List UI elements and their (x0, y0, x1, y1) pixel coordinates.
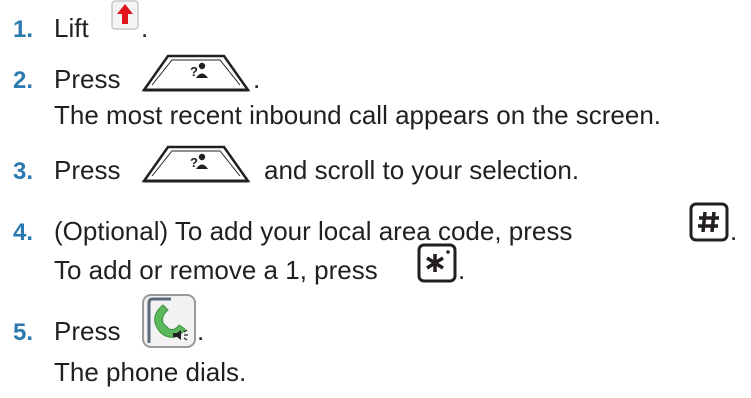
speaker-call-key-icon (141, 293, 197, 349)
step-1-text: Lift (54, 13, 89, 43)
step-2-text-before: Press (54, 64, 121, 94)
step-4-text-2-before: To add or remove a 1, press (54, 255, 378, 285)
step-number: 3. (13, 158, 34, 185)
step-4-after: . (730, 216, 738, 246)
step-number: 5. (13, 319, 34, 346)
step-5-after: . (197, 316, 205, 346)
step-number: 2. (13, 67, 34, 94)
step-2-detail: The most recent inbound call appears on … (54, 100, 662, 130)
step-1-text-before: Lift (54, 13, 89, 43)
step-4-after-2: . (458, 255, 466, 285)
step-4-text-before: (Optional) To add your local area code, … (54, 216, 573, 246)
star-key-icon (417, 243, 457, 283)
svg-text:?: ? (190, 155, 198, 170)
step-5-text-before: Press (54, 316, 121, 346)
step-3-after: and scroll to your selection. (264, 155, 580, 185)
call-log-softkey-icon: ? (140, 52, 252, 92)
lift-handset-icon (111, 0, 139, 30)
step-3-text-before: Press (54, 155, 121, 185)
call-log-softkey-icon: ? (140, 143, 252, 183)
svg-text:?: ? (190, 64, 198, 79)
step-5-detail: The phone dials. (54, 357, 247, 387)
step-number: 4. (13, 219, 34, 246)
pound-key-icon (689, 202, 729, 242)
step-1-after: . (141, 13, 149, 43)
step-2-after: . (253, 64, 261, 94)
step-number: 1. (13, 16, 34, 43)
